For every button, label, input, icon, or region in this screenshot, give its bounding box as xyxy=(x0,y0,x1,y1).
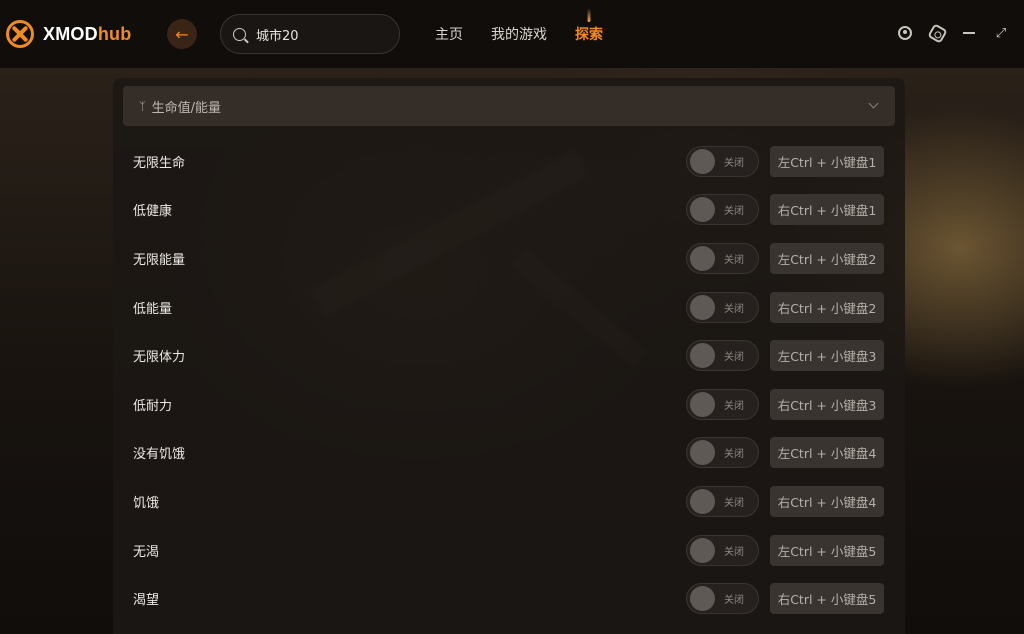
hotkey-button[interactable]: 左Ctrl + 小键盘5 xyxy=(770,534,884,566)
toggle-state: 关闭 xyxy=(724,206,744,218)
user-icon xyxy=(898,26,912,40)
toggle-knob xyxy=(690,294,715,320)
top-bar: XMODhub ← 主页 我的游戏 探索 ⤢ xyxy=(0,0,1024,68)
toggle-state: 关闭 xyxy=(724,352,744,364)
logo-text: XMODhub xyxy=(43,23,132,44)
toggle-knob xyxy=(690,537,715,563)
window-controls: ⤢ xyxy=(884,22,1012,44)
cheat-toggle[interactable]: 关闭 xyxy=(686,437,759,469)
hotkey-button[interactable]: 右Ctrl + 小键盘4 xyxy=(770,485,884,517)
nav-item-my-games[interactable]: 我的游戏 xyxy=(491,24,547,44)
toggle-knob xyxy=(690,343,715,369)
section-title: 生命值/能量 xyxy=(151,100,221,116)
arrow-left-icon: ← xyxy=(175,24,189,44)
app-logo[interactable]: XMODhub xyxy=(6,20,131,48)
cheat-label: 饥饿 xyxy=(133,495,160,511)
cheat-toggle[interactable]: 关闭 xyxy=(686,534,759,566)
toggle-state: 关闭 xyxy=(724,400,744,412)
cheat-label: 无限体力 xyxy=(133,350,186,366)
hotkey-button[interactable]: 左Ctrl + 小键盘1 xyxy=(770,145,884,177)
cheat-row: 无限能量 关闭 左Ctrl + 小键盘2 xyxy=(113,234,905,283)
toggle-state: 关闭 xyxy=(724,595,744,607)
toggle-knob xyxy=(690,440,715,466)
hotkey-button[interactable]: 左Ctrl + 小键盘3 xyxy=(770,340,884,372)
xmodhub-logo-icon xyxy=(6,20,34,48)
cheat-toggle[interactable]: 关闭 xyxy=(686,388,759,420)
cheat-row: 低能量 关闭 右Ctrl + 小键盘2 xyxy=(113,283,905,332)
cheat-label: 低健康 xyxy=(133,204,173,220)
hotkey-button[interactable]: 右Ctrl + 小键盘1 xyxy=(770,194,884,226)
hotkey-button[interactable]: 右Ctrl + 小键盘5 xyxy=(770,583,884,615)
search-icon xyxy=(233,27,246,41)
cheat-row: 低耐力 关闭 右Ctrl + 小键盘3 xyxy=(113,380,905,429)
cheat-label: 无限生命 xyxy=(133,155,186,171)
cheat-label: 渴望 xyxy=(133,593,160,609)
cheat-panel: ᛉ 生命值/能量 无限生命 关闭 左Ctrl + 小键盘1 低健康 关闭 右Ct… xyxy=(113,78,905,634)
toggle-state: 关闭 xyxy=(724,157,744,169)
cheat-toggle[interactable]: 关闭 xyxy=(686,145,759,177)
toggle-state: 关闭 xyxy=(724,254,744,266)
toggle-knob xyxy=(690,148,715,174)
cheat-toggle[interactable]: 关闭 xyxy=(686,583,759,615)
nav-item-home[interactable]: 主页 xyxy=(435,24,463,44)
cheat-toggle[interactable]: 关闭 xyxy=(686,242,759,274)
cheat-label: 低耐力 xyxy=(133,398,173,414)
maximize-icon: ⤢ xyxy=(995,25,1007,41)
toggle-knob xyxy=(690,586,715,612)
cheat-row: 无限生命 关闭 左Ctrl + 小键盘1 xyxy=(113,137,905,186)
toggle-state: 关闭 xyxy=(724,449,744,461)
cheat-toggle[interactable]: 关闭 xyxy=(686,194,759,226)
cheat-toggle[interactable]: 关闭 xyxy=(686,485,759,517)
toggle-state: 关闭 xyxy=(724,546,744,558)
cheat-label: 无限能量 xyxy=(133,252,186,268)
cheat-row: 没有饥饿 关闭 左Ctrl + 小键盘4 xyxy=(113,429,905,478)
settings-button[interactable] xyxy=(926,22,948,44)
cheat-row: 低健康 关闭 右Ctrl + 小键盘1 xyxy=(113,186,905,235)
user-button[interactable] xyxy=(894,22,916,44)
nav-item-explore[interactable]: 探索 xyxy=(575,24,603,44)
section-header[interactable]: ᛉ 生命值/能量 xyxy=(123,86,895,126)
search-box[interactable] xyxy=(220,14,400,54)
settings-hex-icon xyxy=(926,22,948,44)
toggle-state: 关闭 xyxy=(724,303,744,315)
cheat-toggle[interactable]: 关闭 xyxy=(686,291,759,323)
toggle-state: 关闭 xyxy=(724,497,744,509)
chevron-down-icon[interactable] xyxy=(868,98,879,109)
search-input[interactable] xyxy=(256,26,386,42)
cheat-row: 饥饿 关闭 右Ctrl + 小键盘4 xyxy=(113,477,905,526)
cheat-row: 无限体力 关闭 左Ctrl + 小键盘3 xyxy=(113,331,905,380)
toggle-knob xyxy=(690,488,715,514)
cheat-label: 低能量 xyxy=(133,301,173,317)
cheat-row: 渴望 关闭 右Ctrl + 小键盘5 xyxy=(113,574,905,623)
toggle-knob xyxy=(690,391,715,417)
toggle-knob xyxy=(690,245,715,271)
bolt-icon: ᛉ xyxy=(139,99,146,113)
cheat-label: 无渴 xyxy=(133,544,160,560)
toggle-knob xyxy=(690,197,715,223)
cheat-label: 没有饥饿 xyxy=(133,447,186,463)
cheat-list: 无限生命 关闭 左Ctrl + 小键盘1 低健康 关闭 右Ctrl + 小键盘1… xyxy=(113,137,905,623)
cheat-row: 无渴 关闭 左Ctrl + 小键盘5 xyxy=(113,526,905,575)
minimize-icon xyxy=(963,32,975,34)
cheat-toggle[interactable]: 关闭 xyxy=(686,340,759,372)
hotkey-button[interactable]: 左Ctrl + 小键盘2 xyxy=(770,242,884,274)
minimize-button[interactable] xyxy=(958,22,980,44)
hotkey-button[interactable]: 右Ctrl + 小键盘2 xyxy=(770,291,884,323)
maximize-button[interactable]: ⤢ xyxy=(990,22,1012,44)
hotkey-button[interactable]: 右Ctrl + 小键盘3 xyxy=(770,388,884,420)
back-button[interactable]: ← xyxy=(167,19,197,49)
hotkey-button[interactable]: 左Ctrl + 小键盘4 xyxy=(770,437,884,469)
main-nav: 主页 我的游戏 探索 xyxy=(435,0,631,68)
